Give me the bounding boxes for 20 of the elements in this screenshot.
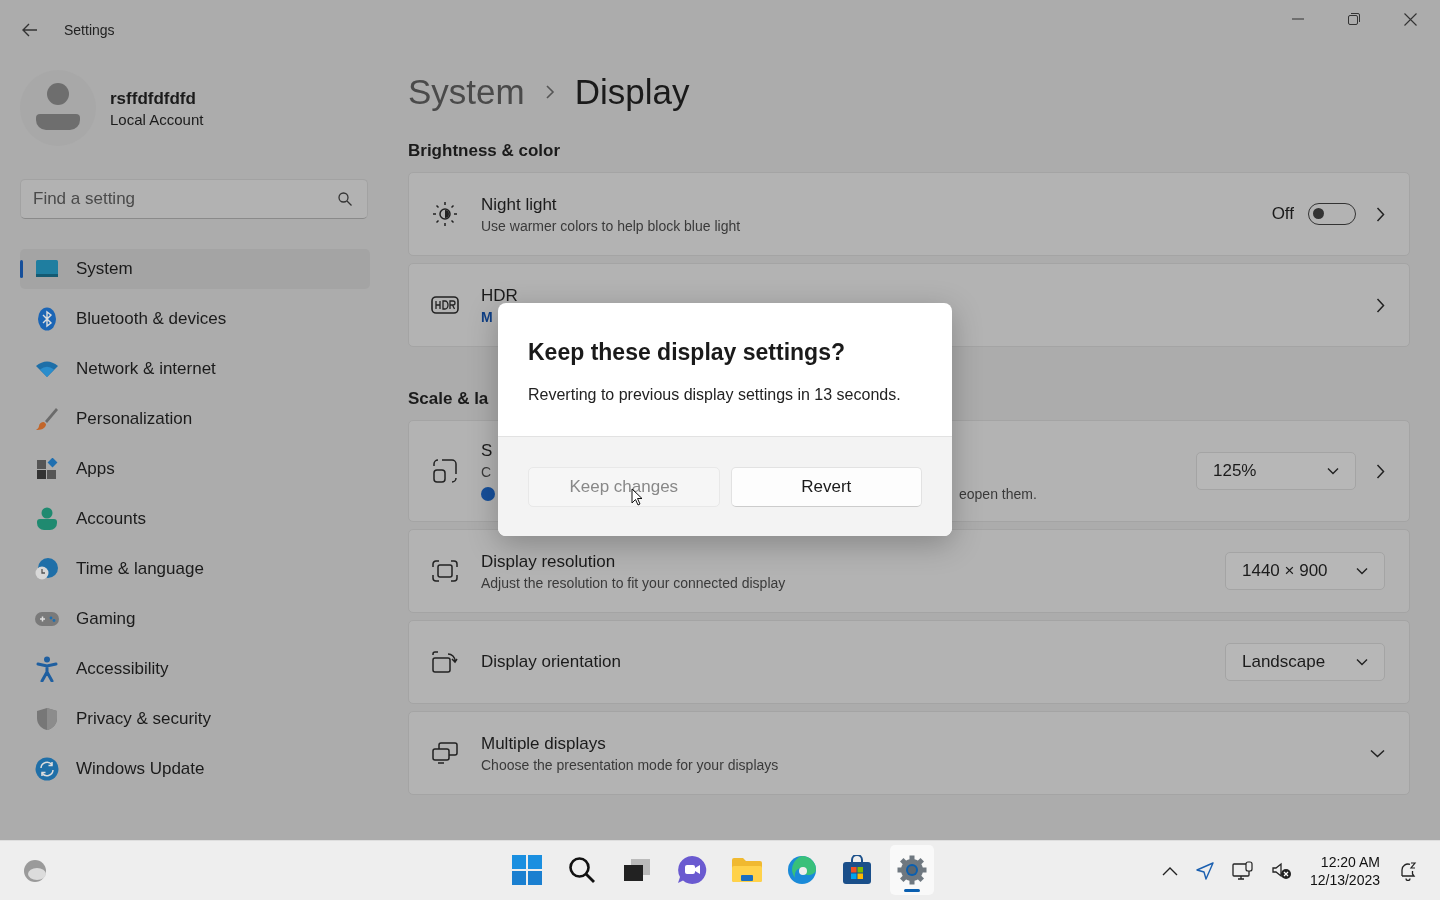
window-title: Settings bbox=[64, 22, 115, 38]
setting-title: Display orientation bbox=[481, 652, 622, 672]
page-title: Display bbox=[574, 72, 690, 112]
setting-description: C bbox=[481, 463, 493, 480]
toggle-state: Off bbox=[1271, 204, 1294, 224]
setting-title: HDR bbox=[481, 285, 519, 306]
section-heading: Brightness & color bbox=[408, 141, 561, 161]
setting-title: S bbox=[481, 440, 494, 461]
setting-note: eopen them. bbox=[959, 485, 1037, 502]
setting-description: Use warmer colors to help block blue light bbox=[481, 217, 742, 234]
setting-title: Display resolution bbox=[481, 551, 617, 572]
section-heading: Scale & la bbox=[408, 389, 489, 409]
setting-description: Choose the presentation mode for your displays bbox=[481, 756, 780, 773]
dialog-title: Keep these display settings? bbox=[528, 339, 846, 366]
setting-description: Adjust the resolution to fit your connected display bbox=[481, 574, 787, 591]
dialog-message: Reverting to previous display settings in 13 seconds. bbox=[528, 386, 902, 404]
setting-title: Multiple displays bbox=[481, 733, 607, 754]
setting-title: Night light bbox=[481, 194, 558, 215]
account-type: Local Account bbox=[110, 110, 204, 128]
user-name: rsffdfdfdfd bbox=[110, 88, 197, 109]
